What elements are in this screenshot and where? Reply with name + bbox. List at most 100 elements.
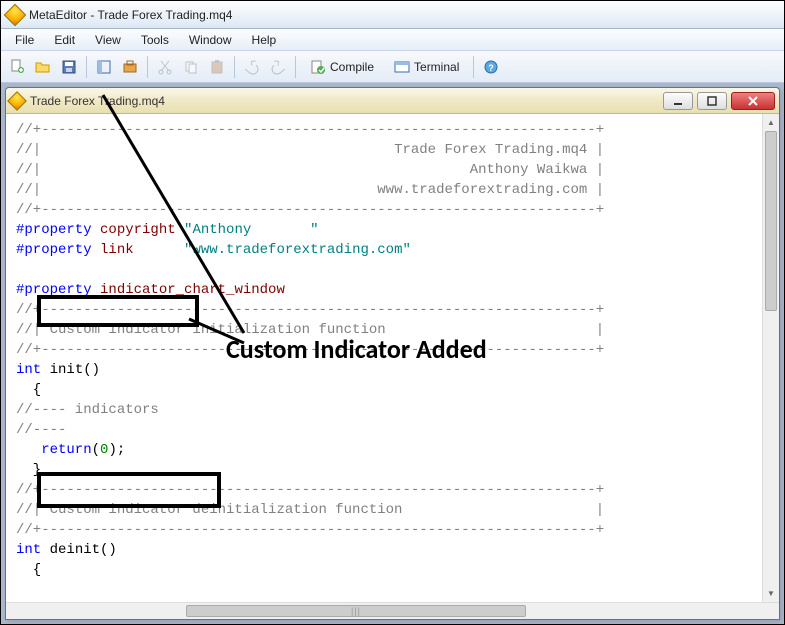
svg-text:?: ? — [489, 63, 495, 73]
menu-edit[interactable]: Edit — [44, 30, 85, 50]
code-line: //---- indicators — [16, 402, 159, 418]
code-line: //| Custom indicator initialization func… — [16, 322, 604, 338]
code-line: //+-------------------------------------… — [16, 342, 604, 358]
toolbar: Compile Terminal ? — [1, 51, 784, 83]
copy-icon — [183, 59, 199, 75]
vertical-scrollbar[interactable]: ▲ ▼ — [762, 114, 779, 602]
toggle-panel1-button[interactable] — [92, 55, 116, 79]
toggle-panel2-button[interactable] — [118, 55, 142, 79]
toolbar-separator — [295, 56, 296, 78]
code-text: ); — [108, 442, 125, 458]
code-keyword: return — [16, 442, 92, 458]
code-line: //| — [16, 182, 41, 198]
code-line: //| — [16, 142, 41, 158]
minimize-button[interactable] — [663, 92, 693, 110]
compile-button[interactable]: Compile — [301, 55, 383, 79]
document-icon — [7, 91, 27, 111]
main-window: MetaEditor - Trade Forex Trading.mq4 Fil… — [1, 1, 784, 624]
new-file-icon — [9, 59, 25, 75]
redo-button — [266, 55, 290, 79]
menu-file[interactable]: File — [5, 30, 44, 50]
code-text: link — [92, 242, 184, 258]
scroll-thumb[interactable]: ||| — [186, 605, 526, 617]
menu-window[interactable]: Window — [179, 30, 242, 50]
code-text: indicator_chart_window — [92, 282, 285, 298]
toolbar-separator — [86, 56, 87, 78]
open-file-button[interactable] — [31, 55, 55, 79]
compile-icon — [310, 59, 326, 75]
scroll-grip-icon: ||| — [351, 606, 361, 616]
metaeditor-icon — [4, 3, 27, 26]
paste-button — [205, 55, 229, 79]
code-line: //+-------------------------------------… — [16, 202, 604, 218]
document-content: //+-------------------------------------… — [6, 114, 779, 602]
code-editor[interactable]: //+-------------------------------------… — [6, 114, 762, 602]
new-file-button[interactable] — [5, 55, 29, 79]
code-string: "www.tradeforextrading.com" — [184, 242, 411, 258]
code-line: //+-------------------------------------… — [16, 302, 604, 318]
code-text: copyright — [92, 222, 184, 238]
close-button[interactable] — [731, 92, 775, 110]
redo-icon — [270, 59, 286, 75]
code-line: //+-------------------------------------… — [16, 522, 604, 538]
copy-button — [179, 55, 203, 79]
code-line: www.tradeforextrading.com | — [377, 182, 604, 198]
app-title: MetaEditor - Trade Forex Trading.mq4 — [29, 8, 232, 22]
code-line: { — [16, 382, 41, 398]
undo-button — [240, 55, 264, 79]
code-line: //+-------------------------------------… — [16, 122, 604, 138]
code-line: Anthony Waikwa | — [470, 162, 604, 178]
code-keyword: #property — [16, 282, 92, 298]
menu-tools[interactable]: Tools — [131, 30, 179, 50]
folder-open-icon — [35, 59, 51, 75]
cut-button — [153, 55, 177, 79]
code-line: //| Custom indicator deinitialization fu… — [16, 502, 604, 518]
code-line: //---- — [16, 422, 66, 438]
code-keyword: int — [16, 362, 41, 378]
code-keyword: int — [16, 542, 41, 558]
code-keyword: #property — [16, 222, 92, 238]
terminal-icon — [394, 59, 410, 75]
scroll-down-arrow-icon[interactable]: ▼ — [763, 585, 779, 602]
terminal-button[interactable]: Terminal — [385, 55, 468, 79]
menu-view[interactable]: View — [85, 30, 131, 50]
cut-icon — [157, 59, 173, 75]
document-title: Trade Forex Trading.mq4 — [30, 94, 663, 108]
save-button[interactable] — [57, 55, 81, 79]
menu-help[interactable]: Help — [242, 30, 287, 50]
document-window: Trade Forex Trading.mq4 //+-------------… — [5, 87, 780, 620]
toolbar-separator — [147, 56, 148, 78]
scroll-up-arrow-icon[interactable]: ▲ — [763, 114, 779, 131]
app-title-bar: MetaEditor - Trade Forex Trading.mq4 — [1, 1, 784, 29]
terminal-label: Terminal — [414, 60, 459, 74]
code-line: //| — [16, 162, 41, 178]
code-line: { — [16, 562, 41, 578]
compile-label: Compile — [330, 60, 374, 74]
save-icon — [61, 59, 77, 75]
code-text: init() — [41, 362, 100, 378]
code-string: "Anthony " — [184, 222, 318, 238]
toolbar-separator — [234, 56, 235, 78]
toolbox-icon — [122, 59, 138, 75]
minimize-icon — [673, 96, 683, 106]
scroll-thumb[interactable] — [765, 131, 777, 311]
undo-icon — [244, 59, 260, 75]
toolbar-separator — [473, 56, 474, 78]
close-icon — [747, 96, 759, 106]
code-line: Trade Forex Trading.mq4 | — [394, 142, 604, 158]
code-line: } — [16, 462, 41, 478]
horizontal-scrollbar[interactable]: ||| — [6, 602, 779, 619]
help-button[interactable]: ? — [479, 55, 503, 79]
panel-icon — [96, 59, 112, 75]
code-keyword: #property — [16, 242, 92, 258]
paste-icon — [209, 59, 225, 75]
workspace: Trade Forex Trading.mq4 //+-------------… — [1, 83, 784, 624]
code-text: deinit() — [41, 542, 117, 558]
code-text: ( — [92, 442, 100, 458]
window-controls — [663, 92, 775, 110]
help-icon: ? — [483, 59, 499, 75]
menu-bar: File Edit View Tools Window Help — [1, 29, 784, 51]
maximize-button[interactable] — [697, 92, 727, 110]
maximize-icon — [707, 96, 717, 106]
document-title-bar[interactable]: Trade Forex Trading.mq4 — [6, 88, 779, 114]
